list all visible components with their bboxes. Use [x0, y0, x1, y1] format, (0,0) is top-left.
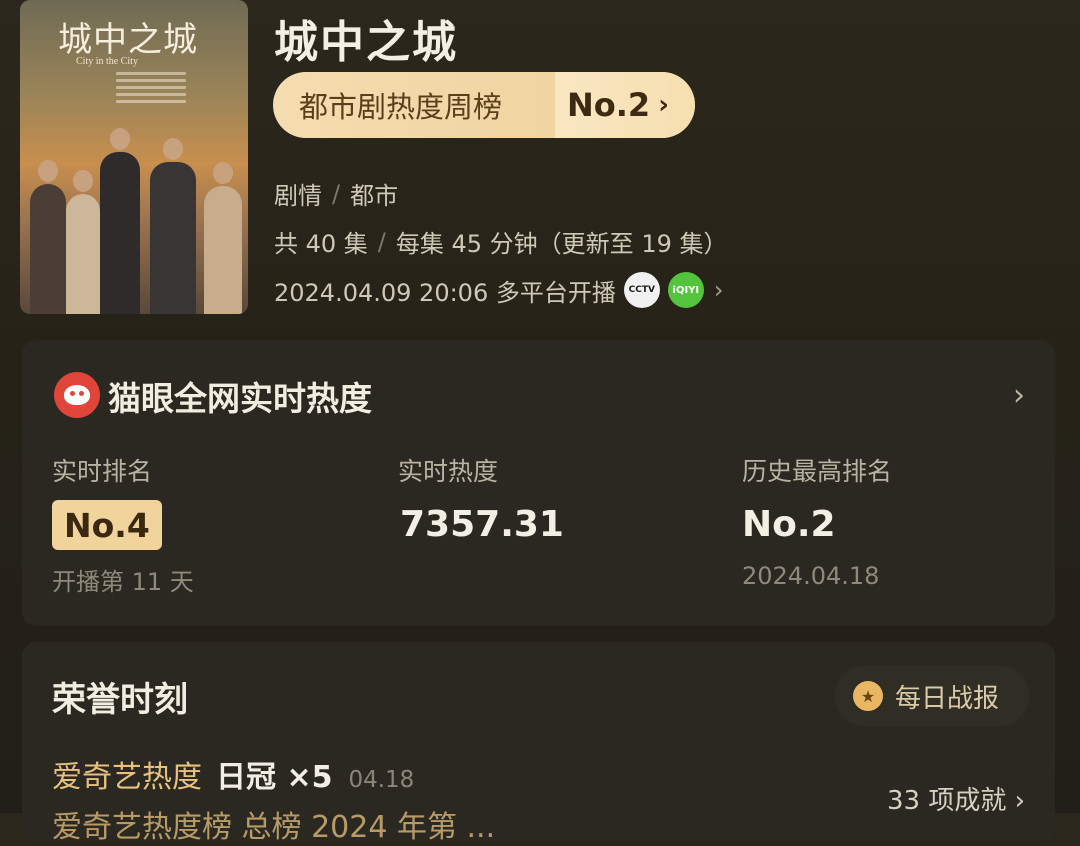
premiere-row[interactable]: 2024.04.09 20:06 多平台开播 CCTV iQIYI ›	[274, 272, 723, 308]
poster-figure	[204, 162, 242, 314]
honor-card-title: 荣誉时刻	[52, 680, 188, 720]
daily-report-button[interactable]: ★ 每日战报	[834, 666, 1029, 726]
chevron-right-icon: ›	[713, 276, 724, 304]
medal-icon: ★	[852, 681, 883, 711]
drama-title: 城中之城	[274, 17, 458, 68]
genre-tag[interactable]: 剧情	[274, 176, 322, 211]
poster-figure	[66, 170, 100, 314]
daily-report-label: 每日战报	[894, 683, 999, 714]
premiere-info: 2024.04.09 20:06 多平台开播	[274, 278, 616, 307]
genre-separator: /	[332, 179, 341, 208]
peak-rank-label: 历史最高排名	[742, 457, 893, 486]
episode-info-row: 共 40 集 / 每集 45 分钟（更新至 19 集）	[274, 224, 727, 259]
realtime-heat-value: 7357.31	[400, 504, 564, 545]
poster-credits	[116, 72, 186, 107]
realtime-rank-label: 实时排名	[52, 457, 153, 486]
honor-moments-card: 荣誉时刻 ★ 每日战报 爱奇艺热度 日冠 ×5 04.18 爱奇艺热度榜 总榜 …	[22, 642, 1055, 845]
poster-figure	[150, 138, 196, 314]
rank-chart-label: 都市剧热度周榜	[299, 90, 503, 124]
info-separator: /	[377, 227, 386, 256]
poster-subtitle: City in the City	[76, 56, 138, 67]
maoyan-cat-icon	[54, 372, 100, 418]
achievement-source: 爱奇艺热度	[52, 760, 202, 795]
poster-figure	[100, 128, 140, 314]
poster-figure	[30, 160, 66, 314]
genre-row: 剧情 / 都市	[274, 176, 398, 211]
iqiyi-icon: iQIYI	[667, 272, 704, 308]
peak-rank-value: No.2	[742, 504, 836, 545]
achievement-item-partial[interactable]: 爱奇艺热度榜 总榜 2024 年第 ...	[52, 802, 495, 846]
achievement-title: 日冠 ×5	[216, 760, 333, 795]
realtime-heat-label: 实时热度	[398, 457, 499, 486]
realtime-rank-badge: No.4	[52, 500, 162, 550]
episode-duration: 每集 45 分钟（更新至 19 集）	[395, 230, 728, 258]
genre-tag[interactable]: 都市	[350, 176, 398, 211]
achievement-date: 04.18	[348, 767, 415, 793]
cctv-icon: CCTV	[623, 272, 660, 308]
episode-count: 共 40 集	[274, 230, 368, 258]
peak-rank-date: 2024.04.18	[742, 562, 880, 590]
all-achievements-link[interactable]: 33 项成就 ›	[887, 780, 1025, 817]
maoyan-heat-card[interactable]: 猫眼全网实时热度 › 实时排名 No.4 开播第 11 天 实时热度 7357.…	[22, 340, 1055, 626]
urban-drama-weekly-rank-button[interactable]: 都市剧热度周榜 No.2 ›	[273, 72, 695, 138]
chevron-right-icon: ›	[658, 90, 669, 120]
achievement-item[interactable]: 爱奇艺热度 日冠 ×5 04.18	[52, 752, 414, 796]
heat-card-title: 猫眼全网实时热度	[108, 379, 372, 418]
rank-chart-value: No.2 ›	[555, 72, 695, 138]
drama-poster[interactable]: 城中之城 City in the City	[20, 0, 248, 314]
rank-value-text: No.2	[567, 86, 651, 124]
chevron-right-icon[interactable]: ›	[1013, 378, 1025, 413]
days-since-premiere: 开播第 11 天	[52, 568, 194, 596]
poster-title: 城中之城	[58, 20, 198, 60]
